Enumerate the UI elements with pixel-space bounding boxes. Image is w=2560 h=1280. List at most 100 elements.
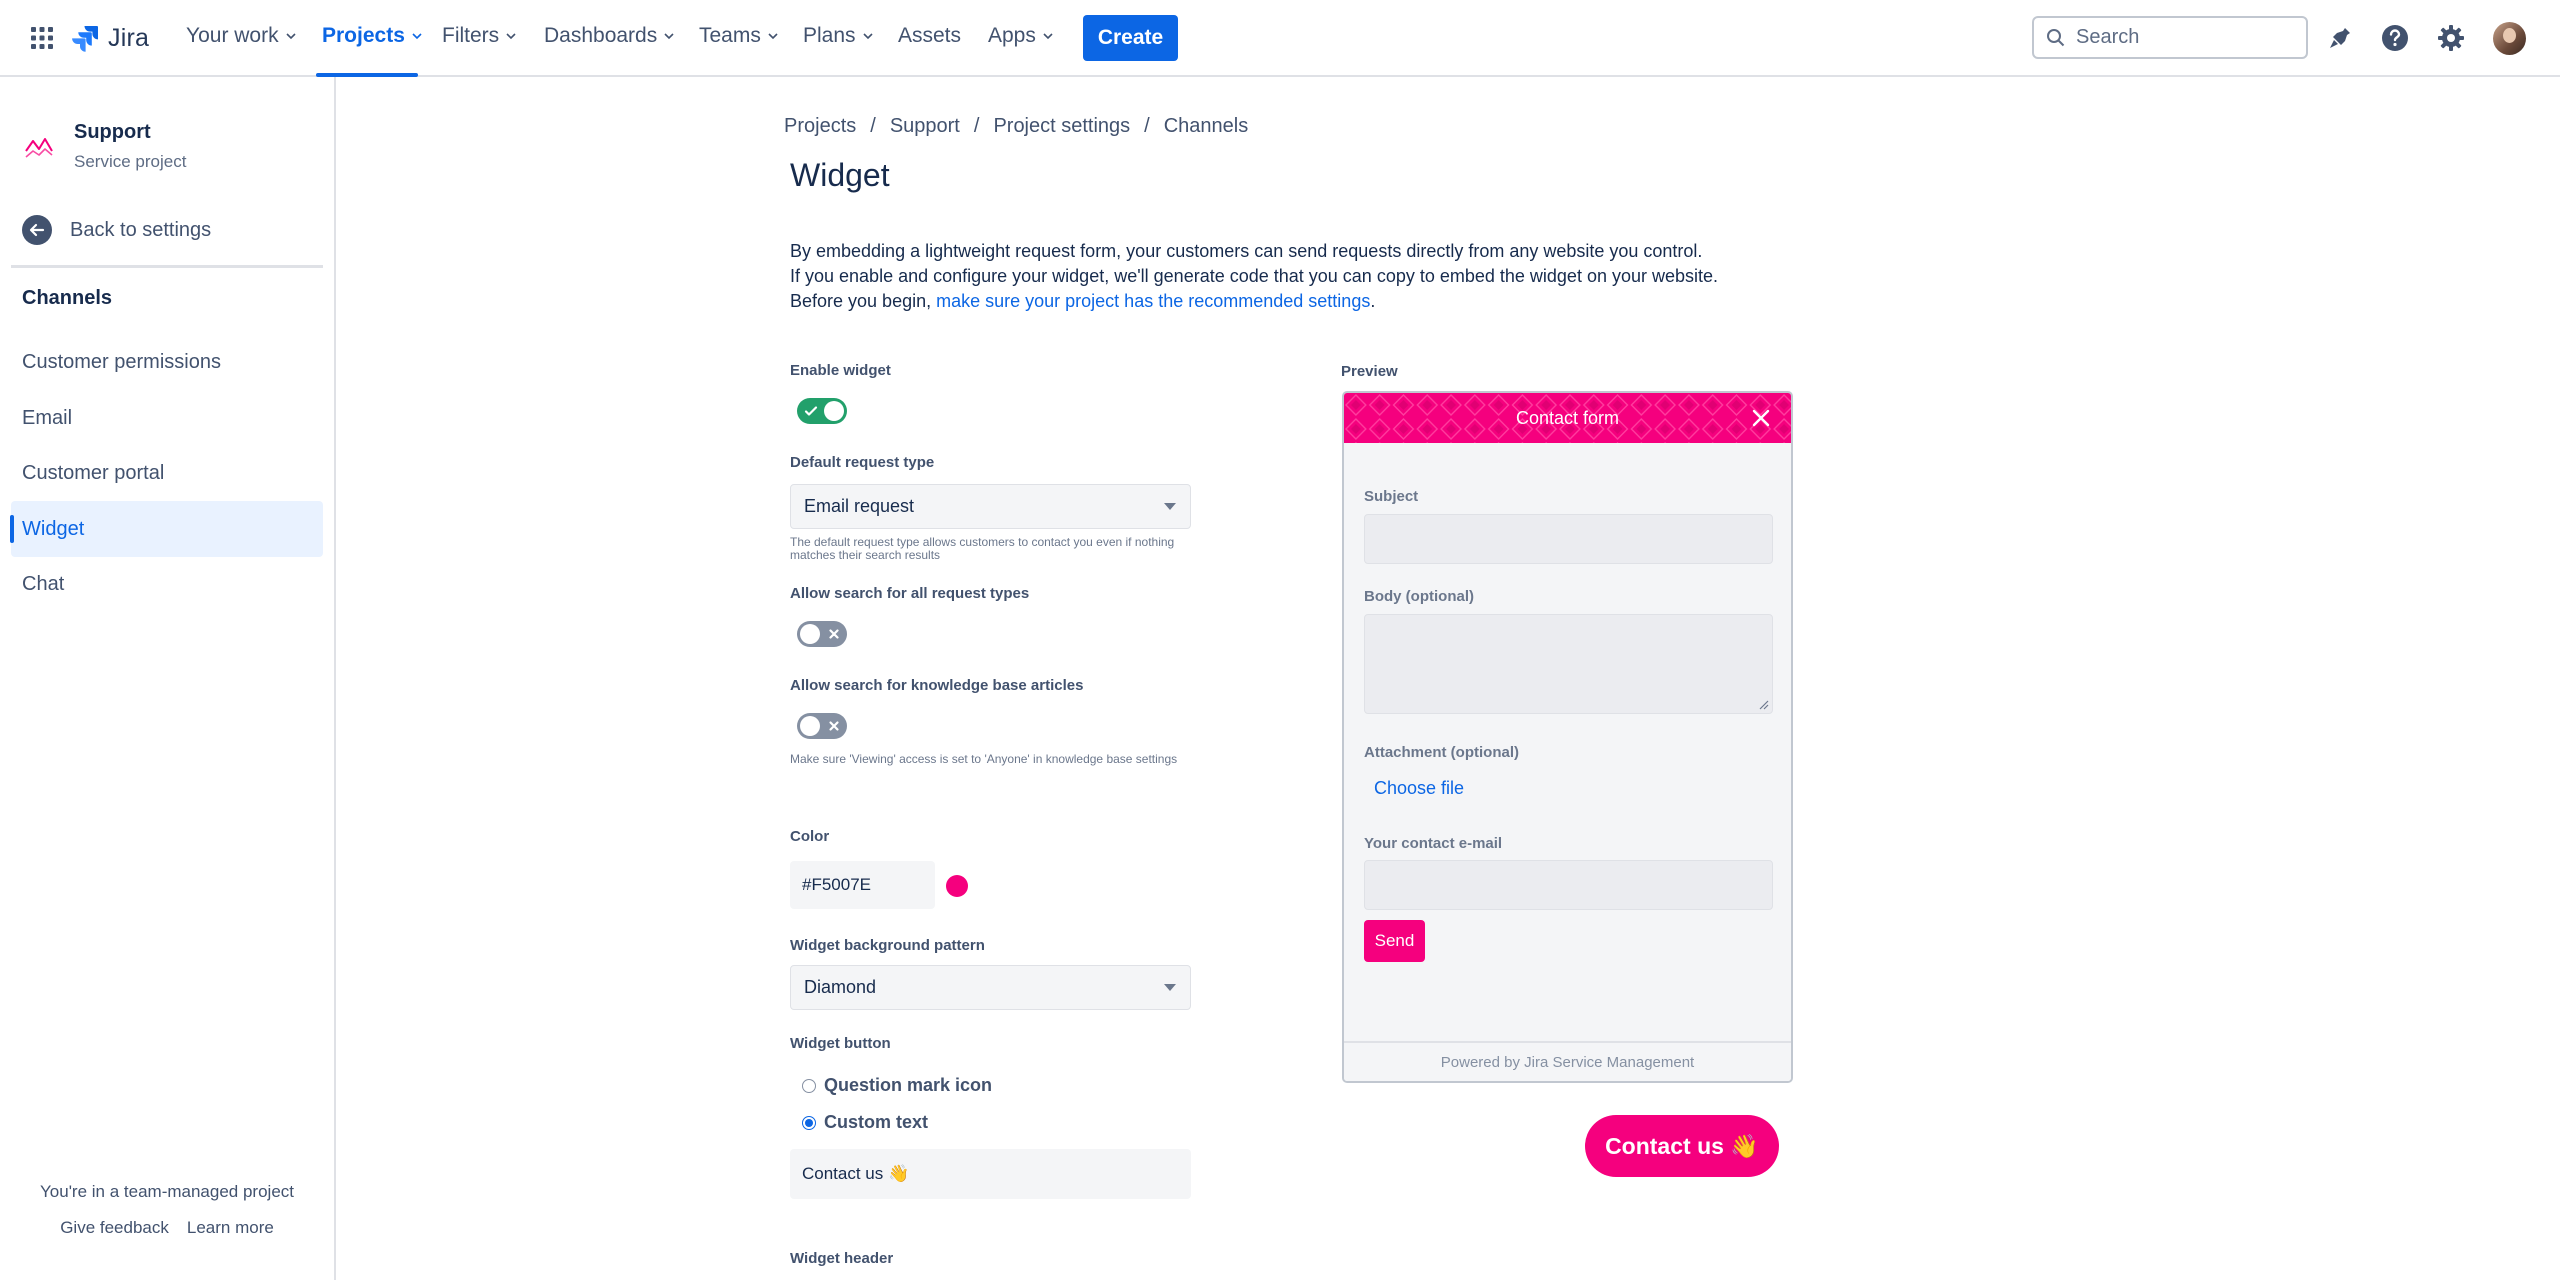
- give-feedback-link[interactable]: Give feedback: [60, 1218, 169, 1238]
- recommended-settings-link[interactable]: make sure your project has the recommend…: [936, 291, 1370, 311]
- description-line: If you enable and configure your widget,…: [790, 266, 1719, 286]
- allow-search-kb-toggle[interactable]: [797, 713, 847, 739]
- nav-label: Teams: [699, 24, 761, 47]
- color-label: Color: [790, 828, 830, 845]
- close-icon[interactable]: [1751, 408, 1771, 428]
- avatar[interactable]: [2493, 22, 2526, 55]
- check-icon: [804, 406, 818, 416]
- allow-search-request-types-label: Allow search for all request types: [790, 585, 1030, 602]
- custom-text-input[interactable]: Contact us 👋: [790, 1149, 1191, 1199]
- nav-teams[interactable]: Teams: [699, 24, 779, 48]
- app-switcher-icon[interactable]: [29, 25, 55, 51]
- top-navigation: Jira Your work Projects Filters Dashboar…: [0, 0, 2560, 77]
- project-type: Service project: [74, 152, 187, 171]
- radio-button[interactable]: [802, 1115, 816, 1130]
- jira-logo-text: Jira: [108, 23, 150, 52]
- default-request-type-help: The default request type allows customer…: [790, 535, 1175, 562]
- breadcrumb-support[interactable]: Support: [890, 115, 960, 138]
- radio-question-mark-icon[interactable]: Question mark icon: [802, 1075, 992, 1096]
- nav-label: Filters: [442, 24, 500, 47]
- contact-email-input[interactable]: [1364, 860, 1773, 910]
- radio-button[interactable]: [802, 1078, 816, 1093]
- radio-label: Question mark icon: [824, 1075, 993, 1095]
- allow-search-kb-help: Make sure 'Viewing' access is set to 'An…: [790, 752, 1178, 766]
- send-button[interactable]: Send: [1364, 920, 1425, 962]
- chevron-down-icon: [1043, 33, 1053, 40]
- nav-dashboards[interactable]: Dashboards: [544, 24, 675, 48]
- widget-preview-title: Contact form: [1515, 407, 1620, 428]
- page-description: By embedding a lightweight request form,…: [790, 239, 1790, 314]
- search-icon: [2047, 28, 2065, 46]
- nav-filters[interactable]: Filters: [442, 24, 517, 48]
- jira-logo[interactable]: Jira: [70, 22, 149, 54]
- sidebar-item-chat[interactable]: Chat: [11, 556, 323, 612]
- jira-logo-icon: [72, 26, 98, 52]
- search-box[interactable]: [2032, 16, 2308, 59]
- breadcrumb-projects[interactable]: Projects: [784, 115, 856, 138]
- nav-label: Dashboards: [544, 24, 658, 47]
- description-suffix: .: [1370, 291, 1376, 311]
- chevron-down-icon: [506, 33, 516, 40]
- nav-label: Your work: [186, 24, 279, 47]
- notifications-icon[interactable]: [2324, 22, 2356, 54]
- sidebar: Support Service project Back to settings…: [0, 77, 336, 1280]
- allow-search-request-types-toggle[interactable]: [797, 621, 847, 647]
- nav-plans[interactable]: Plans: [803, 24, 874, 48]
- preview-label: Preview: [1341, 363, 1398, 380]
- contact-email-label: Your contact e-mail: [1364, 835, 1503, 852]
- nav-label: Projects: [322, 24, 405, 47]
- chevron-down-icon: [286, 33, 296, 40]
- create-button[interactable]: Create: [1083, 15, 1178, 61]
- toggle-knob: [800, 624, 820, 644]
- search-input[interactable]: [2076, 26, 2296, 49]
- widget-button-label: Widget button: [790, 1035, 891, 1052]
- close-icon: [829, 721, 839, 731]
- radio-custom-text[interactable]: Custom text: [802, 1112, 928, 1133]
- color-hex-input[interactable]: #F5007E: [790, 861, 935, 909]
- close-icon: [829, 629, 839, 639]
- enable-widget-label: Enable widget: [790, 362, 891, 379]
- widget-background-pattern-label: Widget background pattern: [790, 937, 985, 954]
- toggle-knob: [824, 401, 844, 421]
- sidebar-item-email[interactable]: Email: [11, 390, 323, 446]
- enable-widget-toggle[interactable]: [797, 398, 847, 424]
- nav-assets[interactable]: Assets: [898, 24, 961, 48]
- settings-icon[interactable]: [2435, 22, 2467, 54]
- help-icon[interactable]: [2379, 22, 2411, 54]
- default-request-type-label: Default request type: [790, 454, 935, 471]
- nav-label: Assets: [898, 24, 962, 47]
- contact-us-button[interactable]: Contact us 👋: [1585, 1115, 1779, 1177]
- body-textarea[interactable]: [1364, 614, 1773, 714]
- description-line: By embedding a lightweight request form,…: [790, 241, 1703, 261]
- sidebar-footer-links: Give feedback Learn more: [0, 1218, 334, 1238]
- widget-background-pattern-select[interactable]: Diamond: [790, 965, 1191, 1010]
- breadcrumb-separator: /: [870, 115, 876, 137]
- choose-file-button[interactable]: Choose file: [1374, 778, 1464, 799]
- widget-preview: Contact form Subject Body (optional) Att…: [1342, 391, 1793, 1083]
- team-managed-notice: You're in a team-managed project: [40, 1182, 294, 1201]
- subject-input[interactable]: [1364, 514, 1773, 564]
- select-value: Email request: [804, 496, 915, 516]
- project-header[interactable]: Support Service project: [22, 121, 186, 172]
- color-swatch[interactable]: [946, 875, 968, 897]
- dropdown-caret-icon: [1164, 503, 1176, 510]
- resize-handle-icon[interactable]: [1759, 700, 1769, 710]
- nav-projects[interactable]: Projects: [322, 24, 423, 48]
- chevron-down-icon: [862, 33, 873, 40]
- project-name: Support: [74, 121, 151, 143]
- chevron-down-icon: [412, 33, 422, 40]
- sidebar-item-widget[interactable]: Widget: [10, 501, 323, 557]
- breadcrumb-channels[interactable]: Channels: [1164, 115, 1249, 138]
- nav-apps[interactable]: Apps: [988, 24, 1054, 48]
- breadcrumb-project-settings[interactable]: Project settings: [993, 115, 1130, 138]
- sidebar-item-customer-portal[interactable]: Customer portal: [11, 445, 323, 501]
- description-line: Before you begin, make sure your project…: [790, 289, 1790, 314]
- back-to-settings-link[interactable]: Back to settings: [22, 215, 211, 245]
- learn-more-link[interactable]: Learn more: [187, 1218, 274, 1238]
- breadcrumb-separator: /: [973, 115, 980, 137]
- body-label: Body (optional): [1364, 588, 1474, 605]
- sidebar-item-customer-permissions[interactable]: Customer permissions: [11, 334, 323, 390]
- default-request-type-select[interactable]: Email request: [790, 484, 1191, 529]
- chevron-down-icon: [664, 33, 674, 40]
- nav-your-work[interactable]: Your work: [186, 24, 297, 48]
